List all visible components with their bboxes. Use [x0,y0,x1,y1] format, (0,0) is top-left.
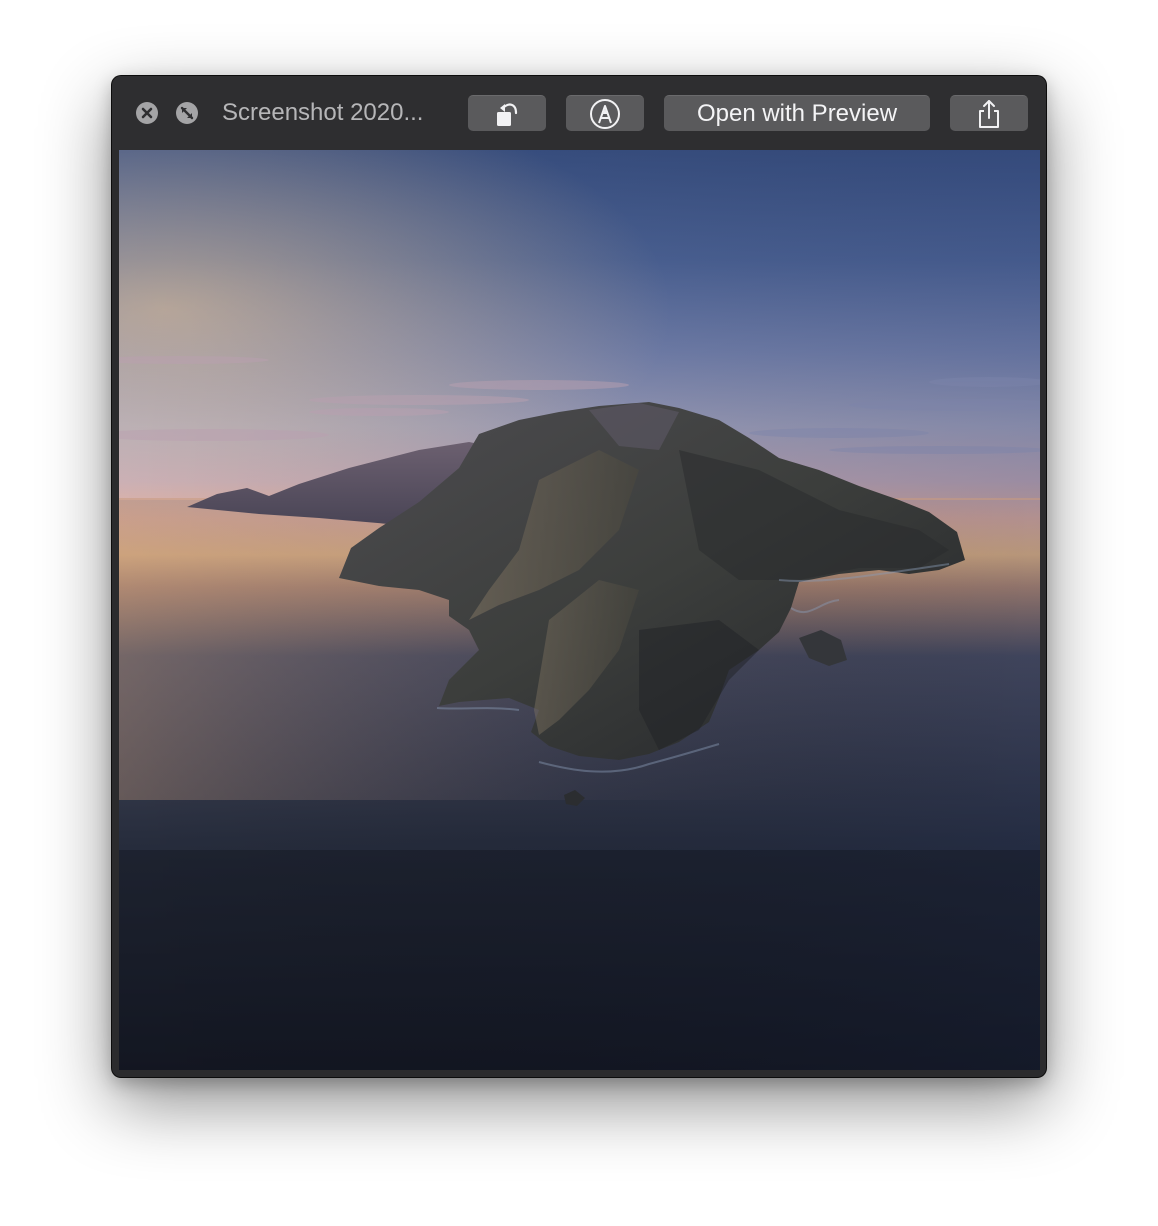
window-title: Screenshot 2020... [222,99,424,126]
rotate-left-icon [497,102,518,126]
markup-button[interactable] [566,95,644,131]
markup-pen-icon [590,98,620,129]
rotate-button[interactable] [468,95,546,131]
open-with-preview-button[interactable]: Open with Preview [664,95,930,131]
preview-image [119,150,1040,1070]
open-with-preview-label: Open with Preview [696,99,898,127]
quicklook-window: Screenshot 2020... Open with Preview [112,76,1046,1077]
island-landscape-photo [119,150,1040,1070]
title-bar: Screenshot 2020... Open with Preview [112,76,1046,150]
fullscreen-icon[interactable] [176,102,198,124]
share-icon [979,99,999,128]
close-icon[interactable] [136,102,158,124]
share-button[interactable] [950,95,1028,131]
